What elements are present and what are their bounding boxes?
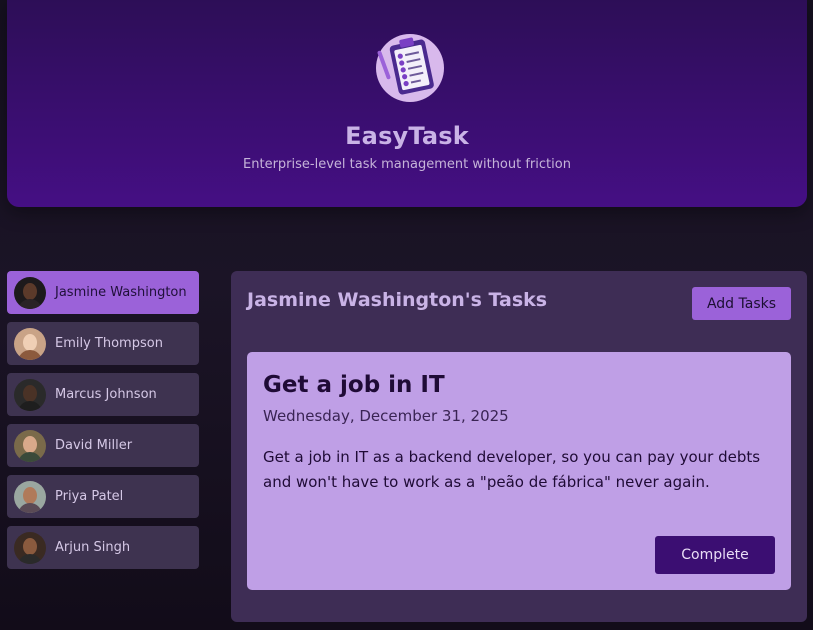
user-avatar-icon xyxy=(14,480,46,513)
user-avatar-icon xyxy=(14,327,46,360)
task-title: Get a job in IT xyxy=(263,372,445,398)
complete-task-button[interactable]: Complete xyxy=(655,536,775,574)
add-tasks-button[interactable]: Add Tasks xyxy=(692,287,791,320)
user-avatar-icon xyxy=(14,276,46,309)
user-name: Emily Thompson xyxy=(55,336,163,351)
tasks-panel-title: Jasmine Washington's Tasks xyxy=(247,289,548,311)
task-description: Get a job in IT as a backend developer, … xyxy=(263,448,761,491)
task-date: Wednesday, December 31, 2025 xyxy=(263,407,509,425)
task-card: Get a job in IT Wednesday, December 31, … xyxy=(247,352,791,590)
tasks-panel: Jasmine Washington's Tasks Add Tasks Get… xyxy=(231,271,807,622)
user-name: Priya Patel xyxy=(55,489,124,504)
app-root: EasyTask Enterprise-level task managemen… xyxy=(0,0,813,630)
user-avatar-icon xyxy=(14,531,46,564)
user-item-arjun-singh[interactable]: Arjun Singh xyxy=(7,526,199,569)
user-item-marcus-johnson[interactable]: Marcus Johnson xyxy=(7,373,199,416)
user-avatar-icon xyxy=(14,429,46,462)
user-item-emily-thompson[interactable]: Emily Thompson xyxy=(7,322,199,365)
user-item-david-miller[interactable]: David Miller xyxy=(7,424,199,467)
user-list: Jasmine Washington Emily Thompson Marcus… xyxy=(7,271,199,577)
user-item-jasmine-washington[interactable]: Jasmine Washington xyxy=(7,271,199,314)
app-header: EasyTask Enterprise-level task managemen… xyxy=(7,0,807,207)
user-name: Arjun Singh xyxy=(55,540,131,555)
user-name: Jasmine Washington xyxy=(55,285,187,300)
user-name: David Miller xyxy=(55,438,133,453)
app-subtitle: Enterprise-level task management without… xyxy=(243,157,571,172)
clipboard-checklist-icon xyxy=(376,34,444,102)
user-avatar-icon xyxy=(14,378,46,411)
user-item-priya-patel[interactable]: Priya Patel xyxy=(7,475,199,518)
user-name: Marcus Johnson xyxy=(55,387,157,402)
app-title: EasyTask xyxy=(345,122,469,150)
